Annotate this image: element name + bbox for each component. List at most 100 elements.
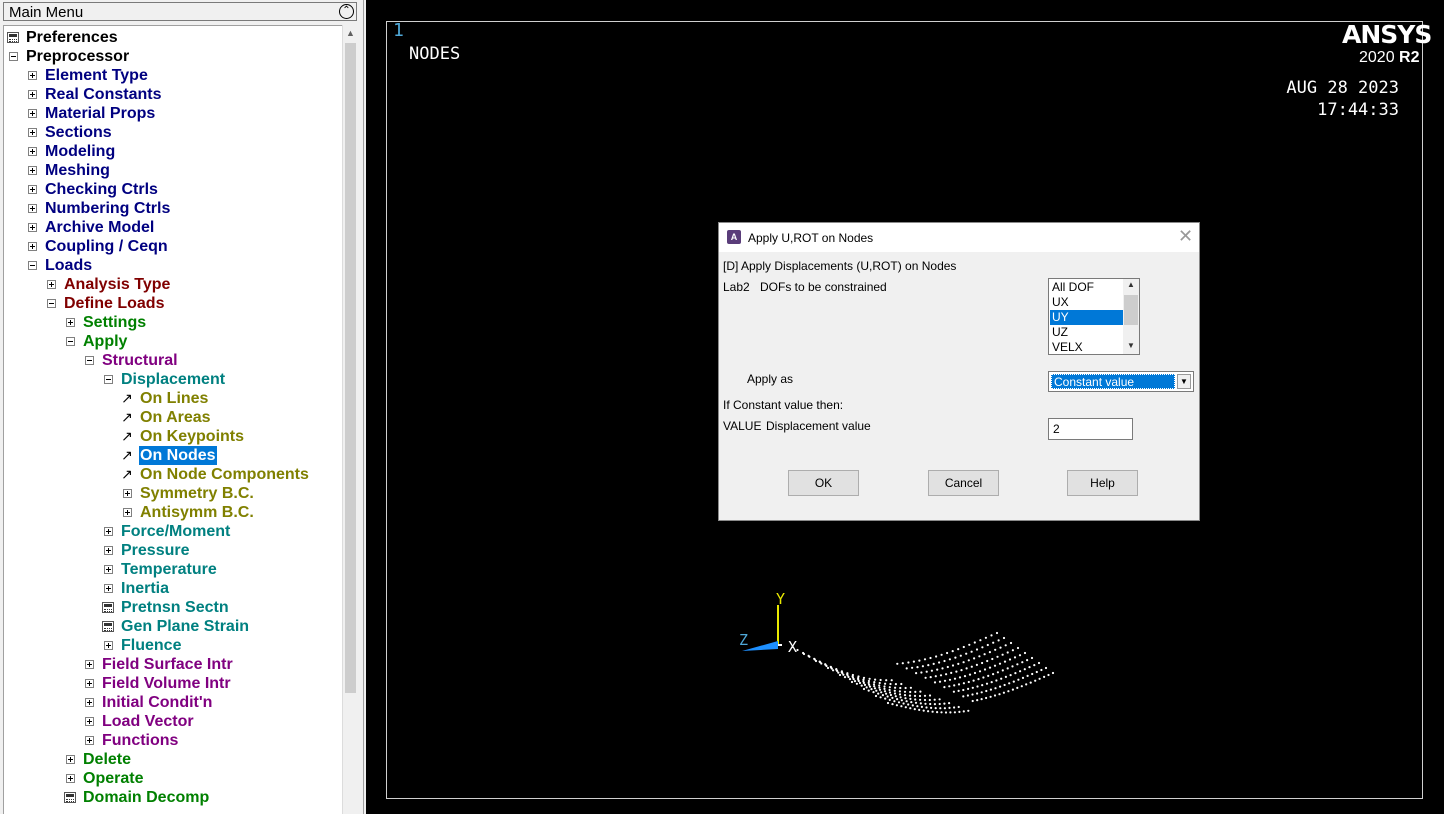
expand-icon[interactable] <box>85 736 94 745</box>
node-point <box>914 690 917 693</box>
node-point <box>913 708 916 711</box>
menu-item-label: Archive Model <box>45 219 155 236</box>
expand-icon[interactable] <box>104 565 113 574</box>
expand-icon[interactable] <box>66 318 75 327</box>
expand-icon[interactable] <box>28 223 37 232</box>
node-point <box>878 686 881 689</box>
close-icon[interactable]: ✕ <box>1178 227 1193 245</box>
menu-scrollbar[interactable]: ▲ <box>342 25 359 814</box>
node-point <box>985 689 988 693</box>
dof-option[interactable]: VELX <box>1050 340 1124 354</box>
ok-button[interactable]: OK <box>788 470 859 496</box>
plot-time: 17:44:33 <box>1317 100 1399 120</box>
node-point <box>997 639 1000 642</box>
node-point <box>862 687 866 691</box>
collapse-icon[interactable] <box>9 52 18 61</box>
node-point <box>900 699 903 702</box>
expand-icon[interactable] <box>28 90 37 99</box>
scroll-thumb[interactable] <box>1124 295 1138 325</box>
dof-option[interactable]: UZ <box>1050 325 1124 340</box>
scroll-thumb[interactable] <box>345 43 356 693</box>
value-description: Displacement value <box>766 419 871 433</box>
apply-as-select[interactable]: Constant value ▼ <box>1048 371 1194 392</box>
dialog-titlebar[interactable]: A Apply U,ROT on Nodes ✕ <box>719 223 1199 252</box>
node-point <box>1028 666 1031 669</box>
collapse-icon[interactable] <box>104 375 113 384</box>
node-point <box>915 672 918 675</box>
expand-icon[interactable] <box>85 717 94 726</box>
dof-list-scrollbar[interactable]: ▲ ▼ <box>1123 279 1139 354</box>
node-point <box>843 676 847 679</box>
node-point <box>943 686 946 689</box>
node-point <box>1014 672 1017 675</box>
expand-icon[interactable] <box>104 641 113 650</box>
cancel-button[interactable]: Cancel <box>928 470 999 496</box>
scroll-up-icon[interactable]: ▲ <box>1127 280 1135 289</box>
node-point <box>914 701 918 704</box>
node-point <box>853 680 857 683</box>
expand-icon[interactable] <box>66 755 75 764</box>
node-point <box>1000 677 1003 680</box>
expand-icon[interactable] <box>85 679 94 688</box>
node-point <box>965 667 968 670</box>
node-point <box>850 680 854 684</box>
node-point <box>1006 651 1009 654</box>
collapse-icon[interactable] <box>66 337 75 346</box>
displacement-value-input[interactable]: 2 <box>1048 418 1133 440</box>
node-point <box>981 646 984 649</box>
menu-item-label: Delete <box>83 751 132 768</box>
node-point <box>873 681 876 684</box>
node-point <box>925 670 928 673</box>
expand-icon[interactable] <box>85 660 94 669</box>
expand-icon[interactable] <box>28 147 37 156</box>
expand-icon[interactable] <box>28 71 37 80</box>
dof-option-selected[interactable]: UY <box>1050 310 1124 325</box>
chevron-down-icon[interactable]: ▼ <box>1177 374 1191 389</box>
expand-icon[interactable] <box>28 109 37 118</box>
node-point <box>933 681 937 684</box>
node-point <box>900 682 903 686</box>
expand-icon[interactable] <box>28 242 37 251</box>
help-button[interactable]: Help <box>1067 470 1138 496</box>
menu-item-label: Real Constants <box>45 86 162 103</box>
expand-icon[interactable] <box>123 489 132 498</box>
dof-option[interactable]: UX <box>1050 295 1124 310</box>
expand-icon[interactable] <box>28 128 37 137</box>
expand-icon[interactable] <box>66 774 75 783</box>
collapse-menu-icon[interactable]: ⌃ <box>339 4 354 19</box>
collapse-icon[interactable] <box>47 299 56 308</box>
expand-icon[interactable] <box>47 280 56 289</box>
expand-icon[interactable] <box>104 546 113 555</box>
node-point <box>879 678 882 682</box>
apply-as-value: Constant value <box>1051 374 1175 389</box>
main-menu-header: Main Menu ⌃ <box>3 2 357 21</box>
menu-item-label: On Nodes <box>139 446 217 465</box>
node-point <box>1007 690 1010 693</box>
menu-item-label: Checking Ctrls <box>45 181 158 198</box>
expand-icon[interactable] <box>28 166 37 175</box>
node-point <box>837 671 840 674</box>
node-point <box>898 690 901 693</box>
expand-icon[interactable] <box>104 584 113 593</box>
dof-option[interactable]: All DOF <box>1050 280 1124 295</box>
scroll-up-icon[interactable]: ▲ <box>346 28 355 38</box>
node-point <box>929 676 932 679</box>
expand-icon[interactable] <box>123 508 132 517</box>
node-point <box>1043 675 1046 678</box>
dof-listbox[interactable]: All DOF UX UY UZ VELX ▲ ▼ <box>1048 278 1140 355</box>
node-point <box>989 695 992 698</box>
node-point <box>986 659 989 663</box>
scroll-down-icon[interactable]: ▼ <box>1127 341 1135 350</box>
node-point <box>993 664 997 667</box>
node-point <box>948 702 951 705</box>
expand-icon[interactable] <box>104 527 113 536</box>
expand-icon[interactable] <box>28 185 37 194</box>
node-point <box>858 681 862 685</box>
collapse-icon[interactable] <box>28 261 37 270</box>
node-point <box>973 657 976 660</box>
collapse-icon[interactable] <box>85 356 94 365</box>
node-point <box>1031 672 1034 676</box>
expand-icon[interactable] <box>28 204 37 213</box>
expand-icon[interactable] <box>85 698 94 707</box>
node-point <box>938 698 941 701</box>
